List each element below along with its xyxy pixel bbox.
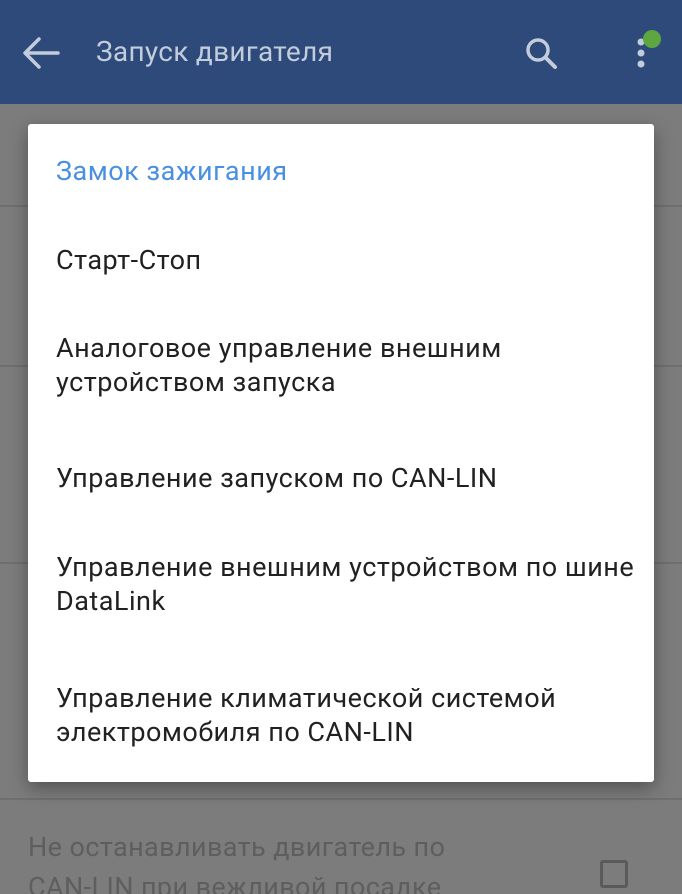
setting-checkbox[interactable]: [600, 860, 628, 888]
setting-label: Не останавливать двигатель по: [28, 831, 446, 863]
divider: [0, 798, 682, 800]
arrow-left-icon: [23, 37, 60, 69]
setting-label: CAN-LIN при вежливой посадке: [28, 871, 442, 894]
option-analog-external-start[interactable]: Аналоговое управление внешним устройство…: [56, 331, 636, 399]
option-start-can-lin[interactable]: Управление запуском по CAN-LIN: [56, 461, 636, 495]
engine-start-mode-dialog: Замок зажигания Старт-Стоп Аналоговое уп…: [28, 124, 654, 782]
page-title: Запуск двигателя: [96, 35, 334, 68]
back-button[interactable]: [20, 32, 62, 74]
option-external-datalink[interactable]: Управление внешним устройством по шине D…: [56, 550, 636, 618]
app-bar: Запуск двигателя: [0, 0, 682, 104]
option-climate-ev-can-lin[interactable]: Управление климатической системой электр…: [56, 681, 636, 749]
option-ignition-lock[interactable]: Замок зажигания: [56, 154, 636, 188]
search-button[interactable]: [520, 32, 562, 74]
search-icon: [526, 38, 557, 69]
notification-badge: [643, 30, 661, 48]
option-start-stop[interactable]: Старт-Стоп: [56, 243, 636, 277]
